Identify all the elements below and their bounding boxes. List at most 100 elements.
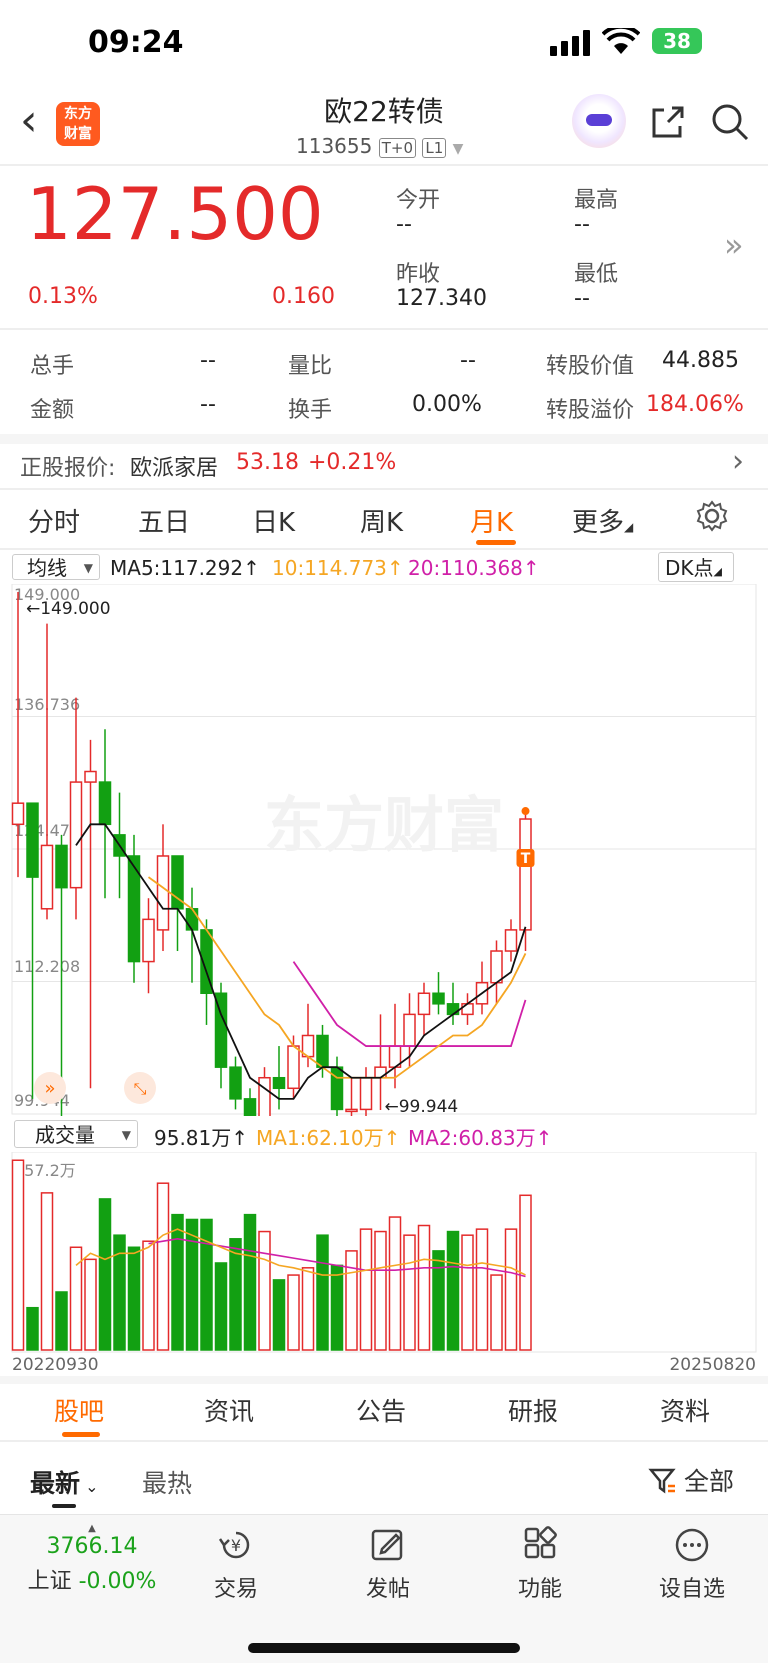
tab-monthly-k[interactable]: 月K [470,502,513,539]
bottom-dock: ▲ 3766.14 上证 -0.00% ¥ 交易 发帖 功能 设自选 [0,1514,768,1663]
candle-body [98,781,112,826]
tab-daily-k[interactable]: 日K [252,502,295,539]
t-signal-label: T [521,851,531,867]
fullscreen-glyph: ⤡ [134,1079,147,1098]
candle-body [359,1076,373,1111]
tab-research[interactable]: 研报 [508,1392,558,1428]
ma10-value: 10:114.773↑ [272,556,404,580]
home-indicator [248,1643,520,1653]
prev-close-label: 昨收 [396,262,441,287]
min-price-label: ←99.944 [385,1097,459,1116]
sort-latest-underline [52,1504,76,1508]
candle-body [55,844,68,889]
end-date-label: 20250820 [669,1355,756,1374]
underlying-price: 53.18 [236,450,299,475]
volume-bar [229,1238,242,1351]
volume-bar [287,1274,300,1351]
header: ‹ 东方 财富 欧22转债 113655 T+0 L1 ▼ [0,90,768,164]
underlying-stock-row[interactable]: 正股报价: 欧派家居 53.18 +0.21% › [0,444,768,488]
underlying-change: +0.21% [308,450,397,475]
candle-body [345,1108,358,1113]
tab-profile[interactable]: 资料 [660,1392,710,1428]
tab-news[interactable]: 资讯 [204,1392,254,1428]
indicator-select[interactable]: 均线 ▼ [12,554,100,580]
security-code: 113655 [296,134,373,158]
candle-body [287,1045,300,1090]
functions-button[interactable]: 功能 [480,1525,600,1603]
security-code-row[interactable]: 113655 T+0 L1 ▼ [296,134,463,158]
candle-body [229,1066,242,1100]
watchlist-label: 设自选 [658,1577,725,1602]
open-label: 今开 [396,188,441,213]
candlestick-chart[interactable]: 东方财富149.000136.736124.472112.20899.944←1… [0,584,768,1116]
settings-gear-icon[interactable] [696,500,728,532]
candle-body [374,1066,387,1079]
dk-point-label: DK点 [665,556,714,580]
ma20-value: 20:110.368↑ [408,556,540,580]
index-value: 3766.14 [46,1534,138,1559]
candle-body [316,1034,329,1068]
robot-assistant-icon[interactable] [572,94,626,148]
add-watchlist-button[interactable]: 设自选 [632,1525,752,1603]
open-value: -- [396,212,412,237]
conversion-value: 44.885 [662,348,739,373]
post-button[interactable]: 发帖 [328,1525,448,1603]
l1-badge: L1 [422,138,447,158]
volume-ma1-value: MA1:62.10万↑ [256,1126,401,1150]
post-label: 发帖 [365,1577,410,1602]
volume-bar [432,1250,445,1351]
candle-body [403,1013,416,1047]
sort-hot[interactable]: 最热 [142,1464,192,1500]
caret-icon: ▼ [83,561,93,575]
conversion-premium-label: 转股溢价 [546,398,635,423]
candle-body [461,1003,474,1016]
svg-text:¥: ¥ [231,1536,241,1555]
volume-ma2-value: MA2:60.83万↑ [408,1126,553,1150]
underlying-name: 欧派家居 [130,456,219,481]
trade-label: 交易 [213,1577,258,1602]
candle-body [490,950,503,984]
caret-icon: ◢ [624,520,634,534]
candle-body [272,1076,286,1090]
tab-weekly-k[interactable]: 周K [360,502,403,539]
dropdown-icon: ▼ [452,141,464,157]
filter-button[interactable]: 全部 [648,1462,734,1498]
candle-body [417,992,431,1016]
volume-bar [417,1224,431,1351]
signal-icon [550,30,590,56]
volume-bar [345,1250,358,1351]
tab-intraday[interactable]: 分时 [28,502,80,539]
volume-bar [330,1264,344,1351]
volume-bar [26,1306,39,1351]
tab-active-underline [476,540,516,545]
tab-announcements[interactable]: 公告 [356,1392,406,1428]
battery-level: 38 [663,29,691,53]
tab-forum[interactable]: 股吧 [54,1392,104,1428]
volume-bar [11,1159,25,1351]
sort-latest[interactable]: 最新 ⌄ [30,1464,99,1500]
candle-body [243,1098,257,1116]
index-widget[interactable]: ▲ 3766.14 上证 -0.00% [22,1523,162,1595]
index-change: -0.00% [78,1569,157,1594]
candle-body [84,770,97,783]
search-icon[interactable] [710,102,750,142]
tab-five-day[interactable]: 五日 [138,502,190,539]
functions-label: 功能 [517,1577,562,1602]
candle-body [519,818,532,931]
filter-icon [648,1468,676,1494]
caret-icon: ◢ [713,565,722,578]
index-name: 上证 [27,1569,72,1594]
high-value: -- [574,212,590,237]
trade-button[interactable]: ¥ 交易 [176,1525,296,1603]
volume-bar [475,1228,489,1351]
expand-chevron-icon[interactable]: » [724,226,744,264]
volume-value: 95.81万↑ [154,1126,249,1150]
volume-bar [403,1234,416,1351]
volume-ratio-label: 量比 [288,354,333,379]
volume-bar [316,1234,329,1351]
tab-more[interactable]: 更多◢ [572,502,633,539]
share-icon[interactable] [648,102,688,142]
y-axis-label: 112.208 [14,957,80,976]
volume-indicator-select[interactable]: 成交量 ▼ [14,1120,138,1148]
dk-point-button[interactable]: DK点◢ [658,552,734,582]
